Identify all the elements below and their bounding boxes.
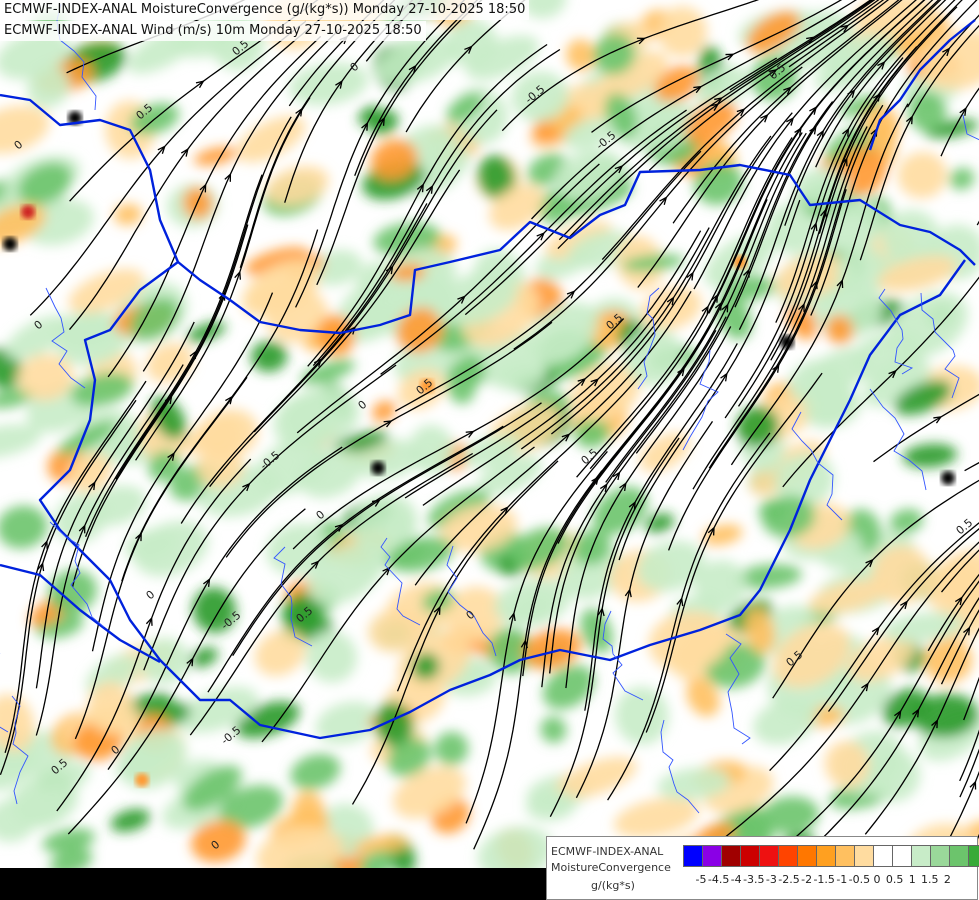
legend-tick-label: -2: [801, 873, 813, 886]
field-cell: [135, 773, 149, 787]
legend-swatch: [702, 845, 722, 867]
field-cell: [21, 205, 35, 219]
legend-swatch: [759, 845, 779, 867]
legend-tick-label: 0: [873, 873, 881, 886]
legend-ticks: -5 -4.5 -4 -3.5 -3 -2.5 -2 -1.5 -1 -0.5 0 0.5 1 1.5 2: [683, 873, 973, 887]
legend-tick-label: -5: [695, 873, 707, 886]
color-legend: ECMWF-INDEX-ANAL MoistureConvergence g/(…: [546, 836, 979, 900]
legend-title: ECMWF-INDEX-ANAL: [551, 845, 664, 858]
legend-swatch: [797, 845, 817, 867]
legend-tick-label: -1: [836, 873, 848, 886]
legend-swatch: [949, 845, 969, 867]
legend-swatch: [892, 845, 912, 867]
legend-units: g/(kg*s): [591, 879, 635, 892]
legend-tick-label: -1.5: [813, 873, 835, 886]
legend-tick-label: -0.5: [848, 873, 871, 886]
legend-tick-label: 2: [943, 873, 951, 886]
legend-swatch: [911, 845, 931, 867]
legend-swatch: [968, 845, 979, 867]
bottom-mask: [0, 868, 546, 900]
legend-tick-label: 1: [908, 873, 916, 886]
legend-swatch: [721, 845, 741, 867]
legend-tick-label: 1.5: [921, 873, 939, 886]
field-cell: [371, 461, 385, 475]
legend-swatches: [683, 845, 979, 867]
map-title-moisture: ECMWF-INDEX-ANAL MoistureConvergence (g/…: [0, 0, 530, 20]
legend-swatch: [854, 845, 874, 867]
weather-map: 0.50-0.50.500.5-0.500.500.5-0.500.50-0.5…: [0, 0, 979, 900]
legend-tick-label: -4.5: [707, 873, 730, 886]
legend-swatch: [873, 845, 893, 867]
legend-swatch: [835, 845, 855, 867]
field-cell: [941, 471, 955, 485]
legend-tick-label: -3: [765, 873, 777, 886]
legend-swatch: [816, 845, 836, 867]
legend-swatch: [778, 845, 798, 867]
legend-tick-label: -2.5: [778, 873, 800, 886]
legend-tick-label: -4: [730, 873, 742, 886]
legend-swatch: [930, 845, 950, 867]
legend-tick-label: -3.5: [743, 873, 765, 886]
field-cell: [3, 237, 17, 251]
legend-swatch: [740, 845, 760, 867]
legend-swatch: [683, 845, 703, 867]
legend-variable: MoistureConvergence: [551, 861, 671, 874]
map-title-wind: ECMWF-INDEX-ANAL Wind (m/s) 10m Monday 2…: [0, 21, 426, 41]
legend-tick-label: 0.5: [885, 873, 904, 886]
